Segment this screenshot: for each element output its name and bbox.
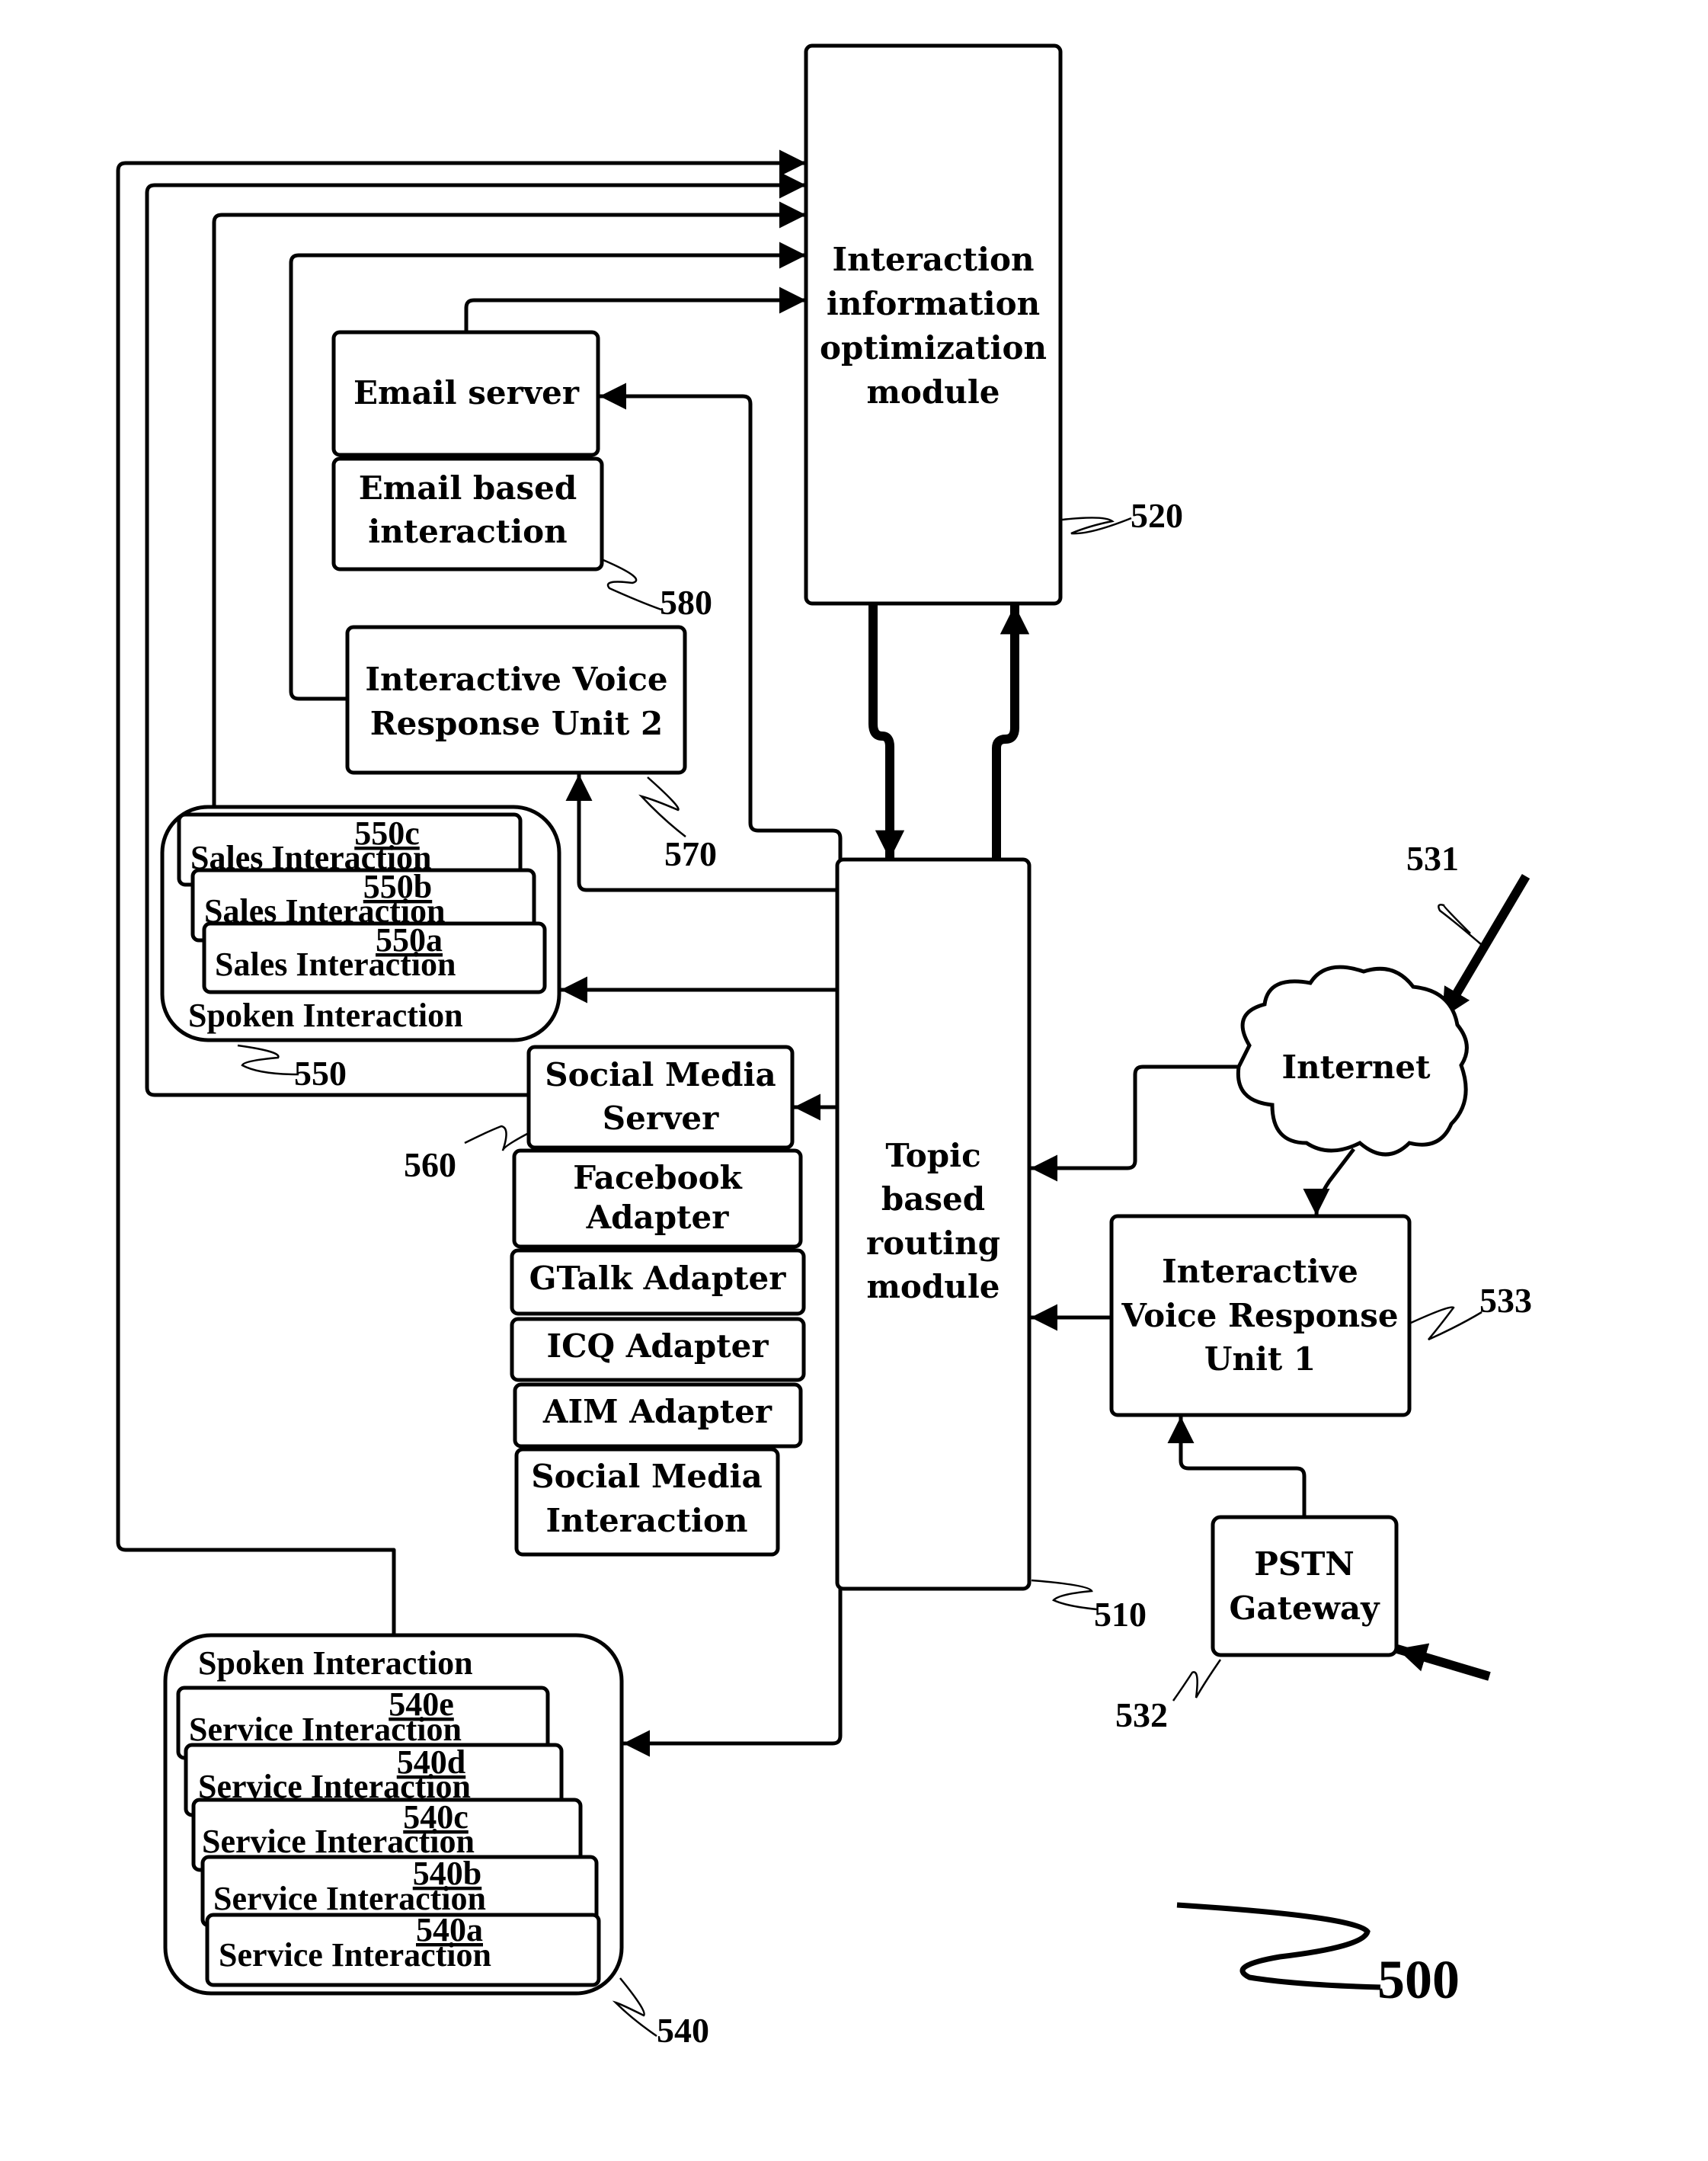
link-routing-to-optimization [992, 605, 1030, 860]
optimization-label-line-1: Interaction [832, 241, 1034, 278]
ref-leader-580 [603, 559, 662, 611]
optimization-module[interactable]: Interaction information optimization mod… [804, 43, 1063, 606]
email-interaction-label-line-1: Email based [359, 469, 577, 507]
optimization-label-line-3: optimization [820, 329, 1047, 367]
ref-570: 570 [664, 834, 717, 873]
optimization-label-line-2: information [827, 285, 1040, 322]
social-server-label-line-2: Server [603, 1100, 719, 1137]
icq-adapter[interactable]: ICQ Adapter [510, 1317, 806, 1382]
ref-550: 550 [294, 1054, 347, 1093]
ref-leader-560 [464, 1125, 528, 1151]
external-input-pstn-arrow [1396, 1643, 1491, 1681]
pstn-label-line-1: PSTN [1254, 1545, 1355, 1583]
ivr2-label-line-2: Response Unit 2 [370, 705, 664, 742]
facebook-adapter-label-line-2: Adapter [586, 1199, 730, 1236]
ref-580: 580 [660, 583, 712, 622]
service-label-540e: Service Interaction [189, 1711, 462, 1748]
service-group-title: Spoken Interaction [198, 1644, 473, 1682]
sales-group-title: Spoken Interaction [188, 997, 463, 1034]
ref-leader-540 [612, 1977, 657, 2038]
ivr1-label-line-3: Unit 1 [1204, 1340, 1316, 1378]
wire-email-to-optimization [464, 287, 806, 332]
ref-leader-510 [1031, 1579, 1098, 1611]
wire-internet-to-ivr1 [1303, 1148, 1355, 1216]
ref-leader-520 [1061, 517, 1132, 535]
system-diagram: Interaction information optimization mod… [116, 43, 1532, 2050]
facebook-adapter[interactable]: Facebook Adapter [512, 1148, 803, 1249]
ref-520: 520 [1131, 496, 1183, 535]
routing-label-line-3: routing [866, 1225, 1000, 1262]
ivr1-label-line-1: Interactive [1162, 1253, 1358, 1290]
ref-leader-532 [1172, 1659, 1222, 1702]
ref-leader-531 [1438, 904, 1483, 946]
social-media-interaction[interactable]: Social Media Interaction [514, 1447, 780, 1557]
email-server[interactable]: Email server [331, 330, 600, 457]
routing-label-line-1: Topic [885, 1137, 980, 1174]
pstn-gateway[interactable]: PSTN Gateway [1211, 1515, 1399, 1657]
social-server-label-line-1: Social Media [545, 1056, 776, 1093]
service-spoken-interaction-group[interactable]: Spoken Interaction 540e Service Interact… [163, 1633, 624, 1996]
ref-leader-500 [1176, 1902, 1381, 1990]
gtalk-adapter-label: GTalk Adapter [529, 1260, 787, 1297]
sales-interaction-550a[interactable]: 550a Sales Interaction [202, 921, 547, 994]
sales-label-550a: Sales Interaction [215, 946, 456, 983]
optimization-label-line-4: module [866, 373, 1000, 411]
ref-leader-570 [638, 776, 686, 837]
routing-label-line-2: based [881, 1180, 985, 1218]
internet-cloud[interactable]: Internet [1236, 965, 1469, 1157]
wire-routing-to-service [623, 1589, 843, 1757]
ref-540: 540 [657, 2011, 709, 2050]
pstn-label-line-2: Gateway [1230, 1590, 1381, 1627]
ref-560: 560 [404, 1145, 456, 1184]
routing-module[interactable]: Topic based routing module [835, 857, 1032, 1591]
figure-ref-500: 500 [1377, 1949, 1460, 2010]
ref-533: 533 [1479, 1281, 1532, 1320]
link-optimization-to-routing [868, 603, 905, 860]
social-interaction-label-line-2: Interaction [545, 1502, 747, 1539]
external-input-internet-arrow [1438, 873, 1530, 1021]
aim-adapter[interactable]: AIM Adapter [513, 1382, 803, 1449]
social-interaction-label-line-1: Social Media [531, 1458, 762, 1495]
email-interaction-label-line-2: interaction [368, 513, 567, 550]
social-media-server[interactable]: Social Media Server [526, 1045, 795, 1150]
email-based-interaction[interactable]: Email based interaction [331, 456, 604, 571]
ref-532: 532 [1115, 1695, 1168, 1734]
ivr-unit-1[interactable]: Interactive Voice Response Unit 1 [1109, 1214, 1412, 1417]
facebook-adapter-label-line-1: Facebook [573, 1159, 742, 1196]
email-server-label: Email server [353, 374, 580, 411]
sales-spoken-interaction-group[interactable]: 550c Sales Interaction 550b Sales Intera… [160, 805, 561, 1042]
service-label-540a: Service Interaction [219, 1936, 491, 1974]
aim-adapter-label: AIM Adapter [542, 1393, 772, 1430]
ivr2-label-line-1: Interactive Voice [365, 661, 667, 698]
wire-pstn-to-ivr1 [1167, 1417, 1307, 1517]
wire-internet-to-routing [1031, 1064, 1239, 1182]
ref-531: 531 [1406, 839, 1459, 878]
routing-label-line-4: module [866, 1268, 1000, 1305]
ref-leader-550 [237, 1044, 299, 1076]
ivr1-label-line-2: Voice Response [1121, 1297, 1398, 1334]
internet-label: Internet [1281, 1048, 1431, 1086]
ivr-unit-2[interactable]: Interactive Voice Response Unit 2 [345, 625, 687, 775]
icq-adapter-label: ICQ Adapter [546, 1327, 769, 1365]
ref-510: 510 [1094, 1595, 1147, 1634]
gtalk-adapter[interactable]: GTalk Adapter [510, 1248, 806, 1316]
ref-leader-533 [1410, 1306, 1483, 1341]
service-interaction-540a[interactable]: 540a Service Interaction [205, 1911, 601, 1987]
